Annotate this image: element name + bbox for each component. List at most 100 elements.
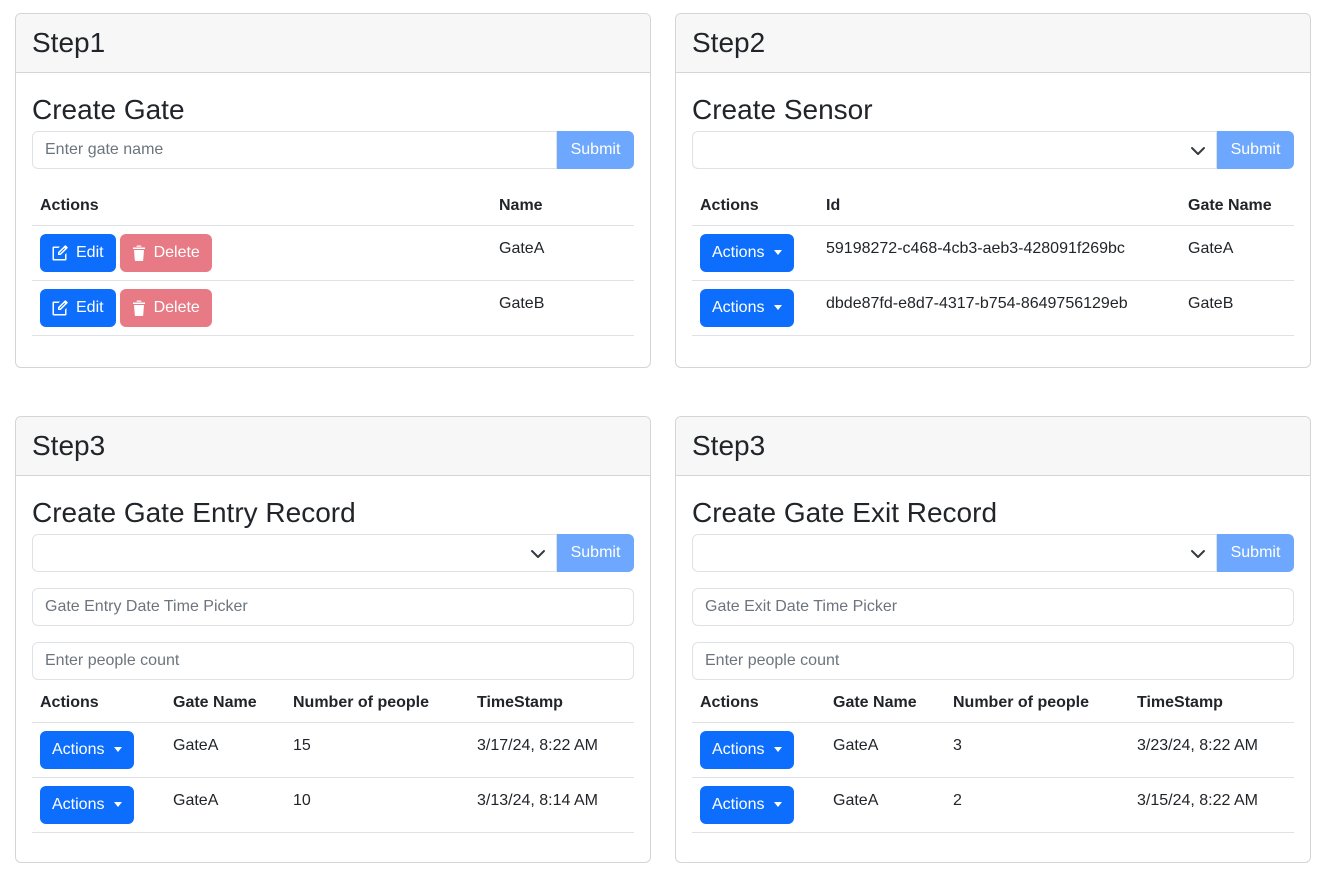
gate-name-cell: GateA <box>165 777 285 833</box>
edit-label: Edit <box>76 243 104 261</box>
table-row: Actions GateA 10 3/13/24, 8:14 AM <box>32 777 634 833</box>
people-count-cell: 15 <box>285 722 469 778</box>
chevron-down-icon <box>531 550 545 558</box>
gate-select[interactable] <box>692 131 1217 169</box>
timestamp-cell: 3/23/24, 8:22 AM <box>1129 722 1294 778</box>
card-title: Create Gate <box>32 94 185 125</box>
column-header-people: Number of people <box>945 684 1129 723</box>
sensor-select[interactable] <box>692 534 1217 572</box>
submit-button[interactable]: Submit <box>1217 534 1294 572</box>
caret-down-icon <box>114 802 123 807</box>
create-sensor-card: Step2 Create Sensor Submit Actions Id Ga… <box>675 13 1311 368</box>
actions-dropdown-button[interactable]: Actions <box>700 233 795 272</box>
pencil-square-icon <box>52 299 68 315</box>
column-header-gate-name: Gate Name <box>825 684 945 723</box>
edit-label: Edit <box>76 298 104 316</box>
column-header-people: Number of people <box>285 684 469 723</box>
exit-datetime-picker[interactable] <box>692 588 1294 626</box>
submit-button[interactable]: Submit <box>1217 131 1294 169</box>
caret-down-icon <box>774 802 783 807</box>
table-row: Actions GateA 2 3/15/24, 8:22 AM <box>692 777 1294 833</box>
sensor-id-cell: 59198272-c468-4cb3-aeb3-428091f269bc <box>818 225 1180 281</box>
actions-label: Actions <box>52 795 105 813</box>
column-header-actions: Actions <box>692 684 825 723</box>
column-header-timestamp: TimeStamp <box>1129 684 1294 723</box>
table-row: Edit Delete GateB <box>32 280 634 336</box>
trash-icon <box>132 245 145 261</box>
table-row: Edit Delete GateA <box>32 225 634 281</box>
column-header-gate-name: Gate Name <box>1180 187 1294 226</box>
sensors-table: Actions Id Gate Name Actions 59198272-c4… <box>692 187 1294 336</box>
card-header: Step3 <box>16 417 650 476</box>
column-header-gate-name: Gate Name <box>165 684 285 723</box>
people-count-input[interactable] <box>692 642 1294 680</box>
sensor-select[interactable] <box>32 534 557 572</box>
table-row: Actions GateA 15 3/17/24, 8:22 AM <box>32 722 634 778</box>
column-header-actions: Actions <box>32 187 491 226</box>
sensor-id-cell: dbde87fd-e8d7-4317-b754-8649756129eb <box>818 280 1180 336</box>
actions-label: Actions <box>712 740 765 758</box>
card-header: Step1 <box>16 14 650 73</box>
delete-button[interactable]: Delete <box>119 233 212 272</box>
caret-down-icon <box>114 747 123 752</box>
edit-button[interactable]: Edit <box>40 288 116 327</box>
table-row: Actions GateA 3 3/23/24, 8:22 AM <box>692 722 1294 778</box>
gate-name-cell: GateA <box>825 722 945 778</box>
gate-name-cell: GateA <box>491 225 634 281</box>
actions-dropdown-button[interactable]: Actions <box>700 288 795 327</box>
gates-table: Actions Name Edit Delete GateA Edit Dele… <box>32 187 634 336</box>
exit-records-table: Actions Gate Name Number of people TimeS… <box>692 684 1294 833</box>
timestamp-cell: 3/15/24, 8:22 AM <box>1129 777 1294 833</box>
people-count-cell: 3 <box>945 722 1129 778</box>
column-header-name: Name <box>491 187 634 226</box>
gate-name-input[interactable] <box>32 131 557 169</box>
trash-icon <box>132 300 145 316</box>
caret-down-icon <box>774 747 783 752</box>
column-header-id: Id <box>818 187 1180 226</box>
gate-entry-record-card: Step3 Create Gate Entry Record Submit Ac… <box>15 416 651 863</box>
entry-input-group: Submit <box>32 534 634 572</box>
caret-down-icon <box>774 305 783 310</box>
gate-name-cell: GateA <box>165 722 285 778</box>
chevron-down-icon <box>1191 550 1205 558</box>
actions-dropdown-button[interactable]: Actions <box>40 730 135 769</box>
edit-button[interactable]: Edit <box>40 233 116 272</box>
column-header-timestamp: TimeStamp <box>469 684 634 723</box>
delete-label: Delete <box>153 243 200 261</box>
table-row: Actions dbde87fd-e8d7-4317-b754-86497561… <box>692 280 1294 336</box>
actions-dropdown-button[interactable]: Actions <box>40 785 135 824</box>
chevron-down-icon <box>1191 147 1205 155</box>
people-count-cell: 2 <box>945 777 1129 833</box>
timestamp-cell: 3/17/24, 8:22 AM <box>469 722 634 778</box>
gate-name-cell: GateB <box>491 280 634 336</box>
gate-name-cell: GateA <box>1180 225 1294 281</box>
actions-label: Actions <box>712 795 765 813</box>
delete-button[interactable]: Delete <box>119 288 212 327</box>
actions-dropdown-button[interactable]: Actions <box>700 785 795 824</box>
card-title: Create Sensor <box>692 94 873 125</box>
people-count-input[interactable] <box>32 642 634 680</box>
sensor-input-group: Submit <box>692 131 1294 169</box>
actions-label: Actions <box>52 740 105 758</box>
entry-datetime-picker[interactable] <box>32 588 634 626</box>
gate-exit-record-card: Step3 Create Gate Exit Record Submit Act… <box>675 416 1311 863</box>
timestamp-cell: 3/13/24, 8:14 AM <box>469 777 634 833</box>
gate-name-cell: GateB <box>1180 280 1294 336</box>
actions-label: Actions <box>712 243 765 261</box>
submit-button[interactable]: Submit <box>557 131 634 169</box>
submit-button[interactable]: Submit <box>557 534 634 572</box>
column-header-actions: Actions <box>32 684 165 723</box>
delete-label: Delete <box>153 298 200 316</box>
card-header: Step2 <box>676 14 1310 73</box>
card-title: Create Gate Exit Record <box>692 497 998 528</box>
create-gate-card: Step1 Create Gate Submit Actions Name Ed… <box>15 13 651 368</box>
exit-input-group: Submit <box>692 534 1294 572</box>
card-header: Step3 <box>676 417 1310 476</box>
actions-dropdown-button[interactable]: Actions <box>700 730 795 769</box>
pencil-square-icon <box>52 244 68 260</box>
column-header-actions: Actions <box>692 187 818 226</box>
table-row: Actions 59198272-c468-4cb3-aeb3-428091f2… <box>692 225 1294 281</box>
people-count-cell: 10 <box>285 777 469 833</box>
entry-records-table: Actions Gate Name Number of people TimeS… <box>32 684 634 833</box>
caret-down-icon <box>774 250 783 255</box>
